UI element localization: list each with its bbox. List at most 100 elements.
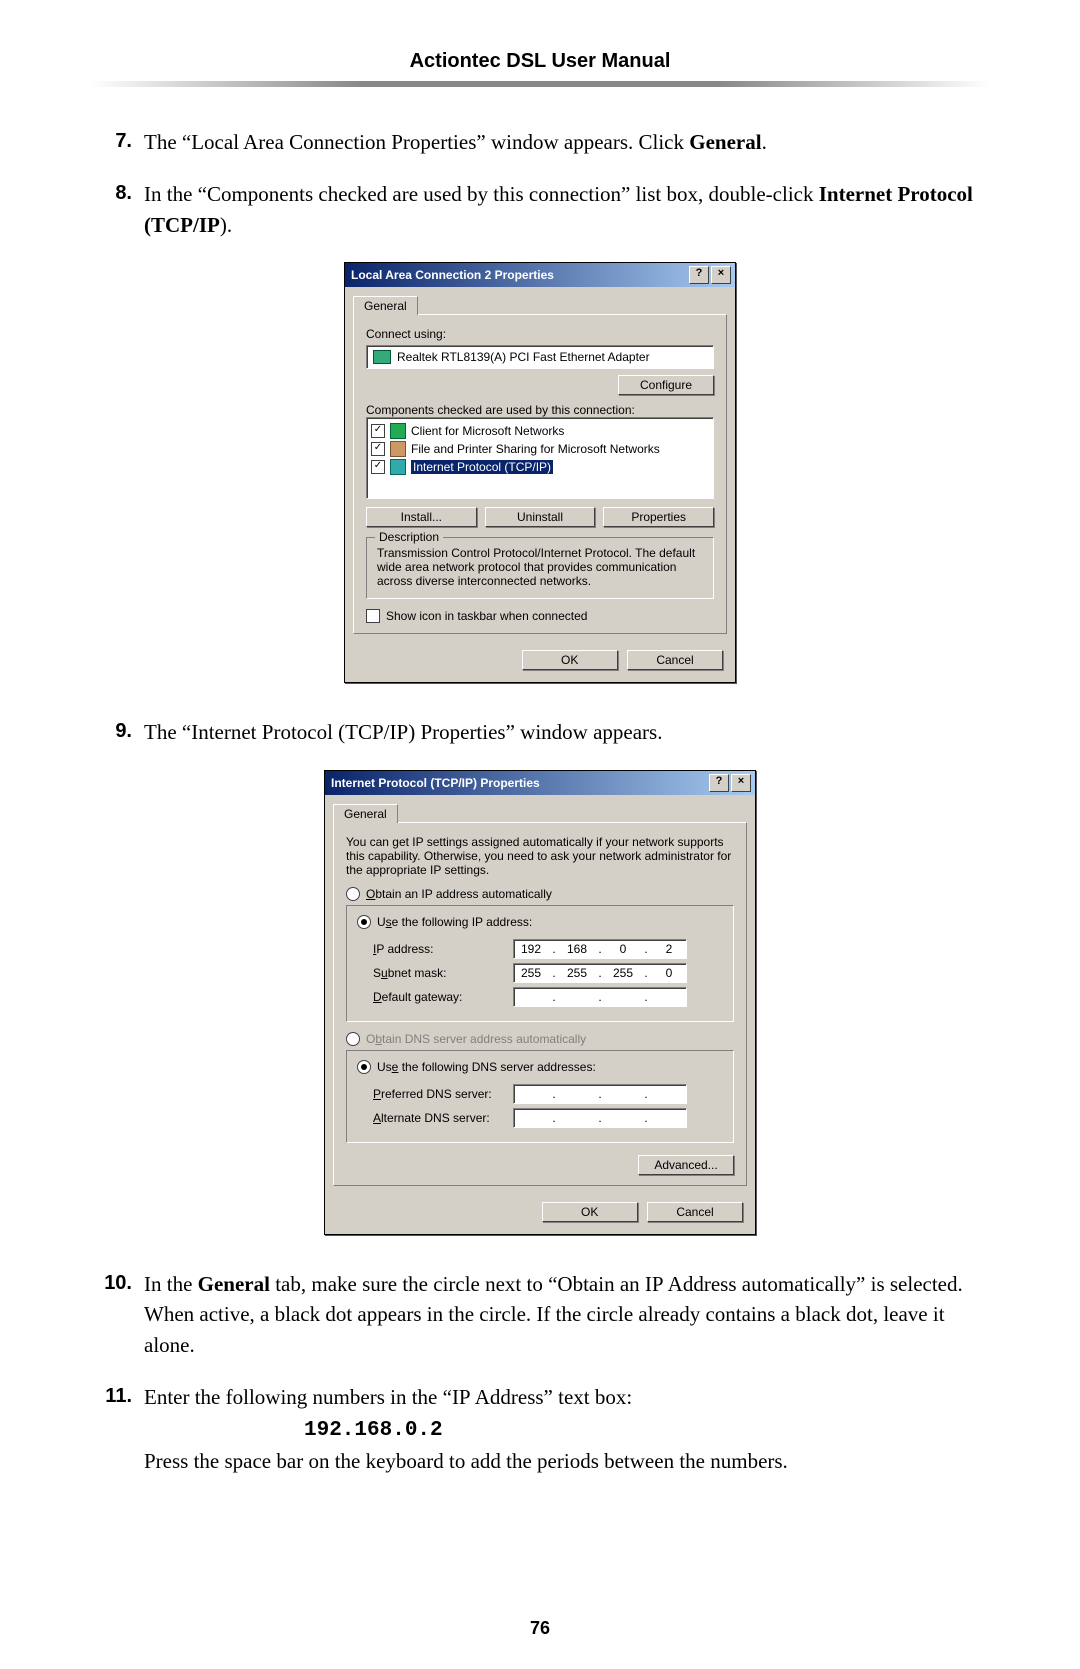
ip-octet[interactable]: 168	[566, 942, 588, 956]
ip-octet[interactable]: 255	[566, 966, 588, 980]
radio-use-dns[interactable]: Use the following DNS server addresses:	[357, 1060, 600, 1074]
ip-octet[interactable]	[520, 990, 542, 1004]
advanced-button[interactable]: Advanced...	[638, 1155, 734, 1175]
alt-dns-input[interactable]: . . .	[513, 1108, 687, 1128]
window-title: Internet Protocol (TCP/IP) Properties	[331, 776, 707, 790]
checkbox-icon[interactable]: ✓	[371, 442, 385, 456]
step-text: In the “Components checked are used by t…	[144, 179, 990, 240]
radio-use-ip[interactable]: Use the following IP address:	[357, 915, 536, 929]
ip-octet[interactable]	[658, 1087, 680, 1101]
ip-octet[interactable]	[612, 1087, 634, 1101]
ip-address-row: IP address: 192. 168. 0. 2	[373, 939, 723, 959]
ip-octet[interactable]	[566, 1111, 588, 1125]
adapter-field[interactable]: Realtek RTL8139(A) PCI Fast Ethernet Ada…	[366, 345, 714, 369]
list-item[interactable]: ✓ Internet Protocol (TCP/IP)	[371, 458, 709, 476]
step-11-text-b: Address” text box:	[471, 1385, 633, 1409]
ip-octet[interactable]	[566, 1087, 588, 1101]
cancel-button[interactable]: Cancel	[647, 1202, 743, 1222]
ip-octet[interactable]: 2	[658, 942, 680, 956]
configure-button[interactable]: Configure	[618, 375, 714, 395]
ip-code: 192.168.0.2	[304, 1419, 443, 1442]
components-label: Components checked are used by this conn…	[366, 403, 714, 417]
pref-dns-input[interactable]: . . .	[513, 1084, 687, 1104]
ip-octet[interactable]: 255	[520, 966, 542, 980]
components-listbox[interactable]: ✓ Client for Microsoft Networks ✓ File a…	[366, 417, 714, 499]
ip-octet[interactable]	[658, 990, 680, 1004]
step-11: 11. Enter the following numbers in the “…	[90, 1382, 990, 1476]
show-icon-label: Show icon in taskbar when connected	[386, 609, 587, 623]
titlebar[interactable]: Local Area Connection 2 Properties ? ×	[345, 263, 735, 287]
gateway-input[interactable]: . . .	[513, 987, 687, 1007]
step-number: 8.	[90, 179, 144, 240]
list-item[interactable]: ✓ File and Printer Sharing for Microsoft…	[371, 440, 709, 458]
tab-general[interactable]: General	[333, 804, 398, 823]
show-icon-row[interactable]: Show icon in taskbar when connected	[366, 609, 714, 623]
ip-octet[interactable]	[520, 1111, 542, 1125]
ip-octet[interactable]	[658, 1111, 680, 1125]
checkbox-icon[interactable]: ✓	[371, 460, 385, 474]
close-button[interactable]: ×	[731, 774, 751, 792]
client-icon	[390, 423, 406, 439]
description-group: Description Transmission Control Protoco…	[366, 537, 714, 599]
list-item-label: File and Printer Sharing for Microsoft N…	[411, 442, 660, 456]
radio-icon[interactable]	[357, 1060, 371, 1074]
radio-obtain-dns: Obtain DNS server address automatically	[346, 1032, 734, 1046]
subnet-row: Subnet mask: 255. 255. 255. 0	[373, 963, 723, 983]
ip-octet[interactable]: 255	[612, 966, 634, 980]
window-title: Local Area Connection 2 Properties	[351, 268, 687, 282]
radio-icon[interactable]	[346, 887, 360, 901]
lan-properties-window: Local Area Connection 2 Properties ? × G…	[344, 262, 736, 683]
gateway-label: Default gateway:	[373, 990, 513, 1004]
step-7-text-b: .	[762, 130, 767, 154]
step-text: The “Local Area Connection Properties” w…	[144, 127, 990, 157]
dialog-footer: OK Cancel	[325, 1194, 755, 1234]
install-button[interactable]: Install...	[366, 507, 477, 527]
pref-dns-row: Preferred DNS server: . . .	[373, 1084, 723, 1104]
close-button[interactable]: ×	[711, 266, 731, 284]
alt-dns-label: Alternate DNS server:	[373, 1111, 513, 1125]
step-7-text-a: The “Local Area Connection Properties” w…	[144, 130, 689, 154]
ip-address-input[interactable]: 192. 168. 0. 2	[513, 939, 687, 959]
help-button[interactable]: ?	[689, 266, 709, 284]
screenshot-tcpip-properties: Internet Protocol (TCP/IP) Properties ? …	[90, 770, 990, 1235]
ip-octet[interactable]	[612, 1111, 634, 1125]
checkbox-icon[interactable]	[366, 609, 380, 623]
uninstall-button[interactable]: Uninstall	[485, 507, 596, 527]
ip-label: IP address:	[373, 942, 513, 956]
tab-general[interactable]: General	[353, 296, 418, 315]
ip-octet[interactable]: 0	[612, 942, 634, 956]
step-8-text-a: In the “Components checked are used by t…	[144, 182, 819, 206]
ip-octet[interactable]	[612, 990, 634, 1004]
titlebar[interactable]: Internet Protocol (TCP/IP) Properties ? …	[325, 771, 755, 795]
step-text: In the General tab, make sure the circle…	[144, 1269, 990, 1360]
step-10-text-b: tab, make sure the circle next to “Obtai…	[270, 1272, 645, 1296]
ip-octet[interactable]: 0	[658, 966, 680, 980]
page-header-title: Actiontec DSL User Manual	[90, 50, 990, 73]
step-9-text-b: ) Properties” window appears.	[408, 720, 662, 744]
properties-button[interactable]: Properties	[603, 507, 714, 527]
step-11-smallcaps: IP	[452, 1385, 471, 1409]
ip-octet[interactable]	[566, 990, 588, 1004]
ok-button[interactable]: OK	[522, 650, 618, 670]
radio-icon[interactable]	[357, 915, 371, 929]
list-item[interactable]: ✓ Client for Microsoft Networks	[371, 422, 709, 440]
checkbox-icon[interactable]: ✓	[371, 424, 385, 438]
pref-dns-label: Preferred DNS server:	[373, 1087, 513, 1101]
help-button[interactable]: ?	[709, 774, 729, 792]
step-11-text-a: Enter the following numbers in the “	[144, 1385, 452, 1409]
ok-button[interactable]: OK	[542, 1202, 638, 1222]
cancel-button[interactable]: Cancel	[627, 650, 723, 670]
ip-octet[interactable]	[520, 1087, 542, 1101]
radio-obtain-ip[interactable]: Obtain an IP address automatically	[346, 887, 734, 901]
radio-label: Obtain DNS server address automatically	[366, 1032, 586, 1046]
description-legend: Description	[375, 530, 443, 544]
subnet-input[interactable]: 255. 255. 255. 0	[513, 963, 687, 983]
radio-icon	[346, 1032, 360, 1046]
radio-label: Use the following IP address:	[377, 915, 532, 929]
alt-dns-row: Alternate DNS server: . . .	[373, 1108, 723, 1128]
tabstrip: General	[325, 795, 755, 822]
step-7: 7. The “Local Area Connection Properties…	[90, 127, 990, 157]
tcpip-properties-window: Internet Protocol (TCP/IP) Properties ? …	[324, 770, 756, 1235]
step-10-bold: General	[198, 1272, 270, 1296]
ip-octet[interactable]: 192	[520, 942, 542, 956]
